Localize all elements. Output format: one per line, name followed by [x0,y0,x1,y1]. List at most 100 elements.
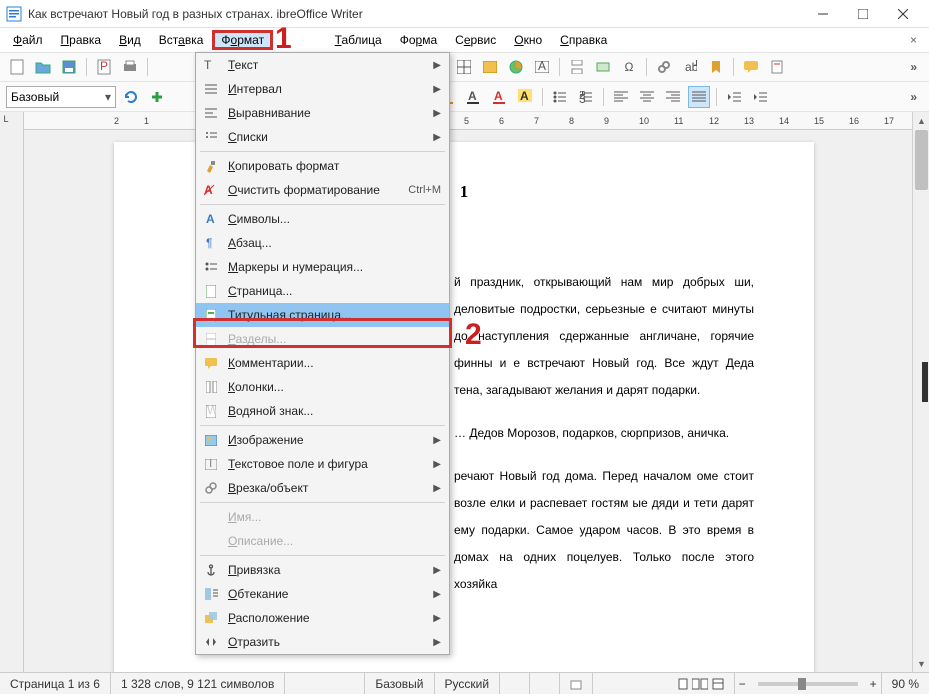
menu-item-clear[interactable]: AОчистить форматированиеCtrl+M [196,178,449,202]
char-bg-button[interactable]: A [514,86,536,108]
align-right-button[interactable] [662,86,684,108]
menu-item-char[interactable]: AСимволы... [196,207,449,231]
document-area[interactable]: 2 1 5 6 7 8 9 10 11 12 13 14 15 16 17 1 … [24,112,929,672]
status-language[interactable]: Русский [435,673,501,694]
menu-item-frame[interactable]: Врезка/объект▶ [196,476,449,500]
footnote-button[interactable]: ab1 [679,56,701,78]
menu-item-watermark[interactable]: WВодяной знак... [196,399,449,423]
scroll-up-icon[interactable]: ▲ [913,112,929,129]
bookmark-button[interactable] [705,56,727,78]
horizontal-ruler[interactable]: 2 1 5 6 7 8 9 10 11 12 13 14 15 16 17 [24,112,929,130]
vertical-scrollbar[interactable]: ▲ ▼ [912,112,929,672]
list-icon [202,129,220,145]
menu-item-text[interactable]: TТекст▶ [196,53,449,77]
zoom-slider[interactable] [758,682,858,686]
zoom-value[interactable]: 90 % [881,673,929,694]
maximize-button[interactable] [843,0,883,28]
menu-file[interactable]: Файл [4,30,52,50]
align-justify-button[interactable] [688,86,710,108]
scroll-down-icon[interactable]: ▼ [913,655,929,672]
menu-insert[interactable]: Вставка [150,30,213,50]
zoom-in-button[interactable]: + [866,677,881,691]
highlight-button[interactable]: A [488,86,510,108]
menu-item-brush[interactable]: Копировать формат [196,154,449,178]
titlebar: Как встречают Новый год в разных странах… [0,0,929,28]
close-doc-button[interactable]: × [902,33,925,47]
table-button[interactable] [453,56,475,78]
fontcolor2-button[interactable]: A [462,86,484,108]
menu-shortcut: Ctrl+M [408,184,441,196]
image-button[interactable] [479,56,501,78]
menu-item-name: Имя... [196,505,449,529]
menu-item-bullets[interactable]: Маркеры и нумерация... [196,255,449,279]
menu-item-page[interactable]: Страница... [196,279,449,303]
open-button[interactable] [32,56,54,78]
menu-item-para[interactable]: ¶Абзац... [196,231,449,255]
svg-text:T: T [207,459,215,470]
menu-item-wrap[interactable]: Обтекание▶ [196,582,449,606]
menu-window[interactable]: Окно [505,30,551,50]
menu-form[interactable]: Форма [391,30,446,50]
bullets-button[interactable] [549,86,571,108]
chart-button[interactable] [505,56,527,78]
menu-item-arrange[interactable]: Расположение▶ [196,606,449,630]
submenu-arrow-icon: ▶ [433,589,441,600]
menu-table[interactable]: Таблица [326,30,391,50]
menu-view[interactable]: Вид [110,30,150,50]
separator [542,88,543,106]
menu-item-titlepage[interactable]: Титульная страница... [196,303,449,327]
status-style[interactable]: Базовый [365,673,434,694]
new-button[interactable] [6,56,28,78]
minimize-button[interactable] [803,0,843,28]
status-insert[interactable] [500,673,530,694]
close-button[interactable] [883,0,923,28]
menu-edit[interactable]: Правка [52,30,111,50]
field-button[interactable] [592,56,614,78]
separator [147,58,148,76]
separator [603,88,604,106]
toolbar-overflow[interactable]: » [904,90,923,104]
scroll-marker [922,362,928,402]
menu-item-columns[interactable]: Колонки... [196,375,449,399]
zoom-handle[interactable] [798,678,806,690]
print-button[interactable] [119,56,141,78]
status-view-buttons[interactable] [667,673,735,694]
scroll-thumb[interactable] [915,130,928,190]
menu-item-list[interactable]: Списки▶ [196,125,449,149]
hyperlink-button[interactable] [653,56,675,78]
pagebreak-button[interactable] [566,56,588,78]
save-button[interactable] [58,56,80,78]
menu-item-anchor[interactable]: Привязка▶ [196,558,449,582]
toolbar-overflow[interactable]: » [904,60,923,74]
svg-text:A: A [538,61,546,73]
menu-item-align[interactable]: Выравнивание▶ [196,101,449,125]
align-center-button[interactable] [636,86,658,108]
trackchanges-button[interactable] [766,56,788,78]
paragraph-style-select[interactable]: Базовый ▾ [6,86,116,108]
indent-inc-button[interactable] [749,86,771,108]
refresh-style-button[interactable] [120,86,142,108]
menu-item-textbox[interactable]: TТекстовое поле и фигура▶ [196,452,449,476]
menu-item-spacing[interactable]: Интервал▶ [196,77,449,101]
menu-item-comment[interactable]: Комментарии... [196,351,449,375]
status-page[interactable]: Страница 1 из 6 [0,673,111,694]
menu-item-flip[interactable]: Отразить▶ [196,630,449,654]
export-pdf-button[interactable]: P [93,56,115,78]
menu-help[interactable]: Справка [551,30,616,50]
menu-item-label: Копировать формат [228,159,441,173]
status-wordcount[interactable]: 1 328 слов, 9 121 символов [111,673,285,694]
specialchar-button[interactable]: Ω [618,56,640,78]
menu-item-label: Текст [228,58,429,72]
status-signature[interactable] [560,673,593,694]
status-sel[interactable] [530,673,560,694]
comment-button[interactable] [740,56,762,78]
menu-tools[interactable]: Сервис [446,30,505,50]
textbox-button[interactable]: A [531,56,553,78]
menu-format[interactable]: Формат [212,30,273,50]
numbering-button[interactable]: 123 [575,86,597,108]
zoom-out-button[interactable]: − [735,673,750,694]
align-left-button[interactable] [610,86,632,108]
new-style-button[interactable] [146,86,168,108]
menu-item-image[interactable]: Изображение▶ [196,428,449,452]
indent-dec-button[interactable] [723,86,745,108]
